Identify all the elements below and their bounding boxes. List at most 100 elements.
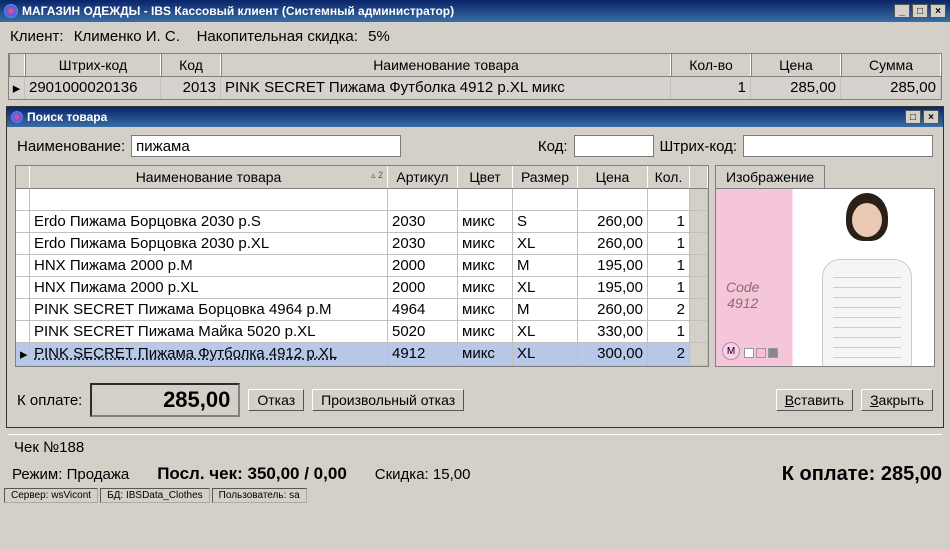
cell-name: Erdo Пижама Борцовка 2030 р.S [30, 211, 388, 232]
filter-code-input[interactable] [574, 135, 654, 157]
cell-name: PINK SECRET Пижама Футболка 4912 р.XL [30, 343, 388, 365]
search-close-button[interactable]: × [923, 110, 939, 124]
scol-color[interactable]: Цвет [458, 166, 513, 188]
row-indicator-icon: ▸ [16, 343, 30, 365]
cell-sum: 285,00 [841, 77, 941, 99]
main-titlebar: МАГАЗИН ОДЕЖДЫ - IBS Кассовый клиент (Си… [0, 0, 950, 22]
row-indicator-icon [16, 299, 30, 320]
scol-size[interactable]: Размер [513, 166, 578, 188]
cell-name: Erdo Пижама Борцовка 2030 р.XL [30, 233, 388, 254]
cell-color: микс [458, 255, 513, 276]
cell-size: XL [513, 277, 578, 298]
cell-price: 260,00 [578, 233, 648, 254]
cell-size: M [513, 299, 578, 320]
row-indicator-icon: ▸ [9, 77, 25, 99]
search-row[interactable]: PINK SECRET Пижама Борцовка 4964 р.M4964… [16, 299, 708, 321]
cell-name: PINK SECRET Пижама Футболка 4912 р.XL ми… [221, 77, 671, 99]
scol-art[interactable]: Артикул [388, 166, 458, 188]
window-title: МАГАЗИН ОДЕЖДЫ - IBS Кассовый клиент (Си… [22, 4, 892, 18]
cell-color: микс [458, 321, 513, 342]
filter-name-label: Наименование: [17, 138, 125, 155]
search-row[interactable]: Erdo Пижама Борцовка 2030 р.S2030миксS26… [16, 211, 708, 233]
col-name[interactable]: Наименование товара [221, 54, 671, 76]
cell-name: PINK SECRET Пижама Майка 5020 р.XL [30, 321, 388, 342]
cell-art: 5020 [388, 321, 458, 342]
search-footer: К оплате: 285,00 Отказ Произвольный отка… [7, 373, 943, 427]
search-results-table: Наименование товара▵ 2 Артикул Цвет Разм… [15, 165, 709, 367]
search-window: Поиск товара □ × Наименование: Код: Штри… [6, 106, 944, 428]
cell-code: 2013 [161, 77, 221, 99]
refuse-button[interactable]: Отказ [248, 389, 304, 411]
close-button[interactable]: × [930, 4, 946, 18]
cell-qty: 1 [648, 277, 690, 298]
col-sum[interactable]: Сумма [841, 54, 941, 76]
cart-row[interactable]: ▸ 2901000020136 2013 PINK SECRET Пижама … [9, 77, 941, 99]
row-indicator-icon [16, 255, 30, 276]
product-image: Code4912 M [715, 188, 935, 367]
search-row[interactable]: HNX Пижама 2000 р.XL2000миксXL195,001 [16, 277, 708, 299]
scrollbar[interactable] [690, 166, 708, 188]
search-row[interactable]: PINK SECRET Пижама Майка 5020 р.XL5020ми… [16, 321, 708, 343]
filter-name-input[interactable] [131, 135, 401, 157]
status-db: БД: IBSData_Clothes [100, 488, 210, 503]
col-barcode[interactable]: Штрих-код [25, 54, 161, 76]
row-indicator-icon [16, 211, 30, 232]
filter-barcode-input[interactable] [743, 135, 933, 157]
sort-indicator-icon: ▵ 2 [371, 170, 383, 181]
search-maximize-button[interactable]: □ [905, 110, 921, 124]
filter-code-label: Код: [538, 138, 568, 155]
client-label: Клиент: [10, 28, 64, 45]
cell-price: 330,00 [578, 321, 648, 342]
cell-art: 4964 [388, 299, 458, 320]
cell-price: 285,00 [751, 77, 841, 99]
cell-art: 2000 [388, 255, 458, 276]
search-filters: Наименование: Код: Штрих-код: [7, 127, 943, 165]
cell-art: 2030 [388, 233, 458, 254]
close-search-button[interactable]: Закрыть [861, 389, 933, 411]
cell-name: HNX Пижама 2000 р.M [30, 255, 388, 276]
cell-qty: 2 [648, 299, 690, 320]
col-qty[interactable]: Кол-во [671, 54, 751, 76]
scol-qty[interactable]: Кол. [648, 166, 690, 188]
insert-button[interactable]: Вставить [776, 389, 853, 411]
search-window-icon [11, 111, 23, 123]
status-bar-2: Сервер: wsVicont БД: IBSData_Clothes Пол… [0, 488, 950, 503]
cell-size: XL [513, 321, 578, 342]
image-panel: Изображение Code4912 M [715, 165, 935, 367]
cell-color: микс [458, 211, 513, 232]
cell-art: 2030 [388, 211, 458, 232]
col-price[interactable]: Цена [751, 54, 841, 76]
image-code-label: Code4912 [726, 279, 759, 311]
cell-color: микс [458, 343, 513, 365]
search-window-title: Поиск товара [27, 110, 903, 124]
image-tab[interactable]: Изображение [715, 165, 825, 188]
search-row[interactable]: Erdo Пижама Борцовка 2030 р.XL2030миксXL… [16, 233, 708, 255]
status-user: Пользователь: sa [212, 488, 307, 503]
arbitrary-refuse-button[interactable]: Произвольный отказ [312, 389, 464, 411]
cell-size: XL [513, 343, 578, 365]
cell-name: HNX Пижама 2000 р.XL [30, 277, 388, 298]
cell-price: 300,00 [578, 343, 648, 365]
cart-grid: Штрих-код Код Наименование товара Кол-во… [8, 53, 942, 100]
to-pay-value: 285,00 [90, 383, 240, 417]
search-titlebar: Поиск товара □ × [7, 107, 943, 127]
minimize-button[interactable]: _ [894, 4, 910, 18]
col-indicator[interactable] [9, 54, 25, 76]
search-row[interactable]: HNX Пижама 2000 р.M2000миксM195,001 [16, 255, 708, 277]
cell-price: 195,00 [578, 255, 648, 276]
scol-indicator[interactable] [16, 166, 30, 188]
client-name: Клименко И. С. [74, 28, 180, 45]
maximize-button[interactable]: □ [912, 4, 928, 18]
to-pay-label: К оплате: [17, 392, 82, 409]
search-row[interactable]: ▸PINK SECRET Пижама Футболка 4912 р.XL49… [16, 343, 708, 366]
scol-name[interactable]: Наименование товара▵ 2 [30, 166, 388, 188]
col-code[interactable]: Код [161, 54, 221, 76]
cell-price: 260,00 [578, 211, 648, 232]
cell-name: PINK SECRET Пижама Борцовка 4964 р.M [30, 299, 388, 320]
cell-barcode: 2901000020136 [25, 77, 161, 99]
status-bar-1: Режим: Продажа Посл. чек: 350,00 / 0,00 … [0, 460, 950, 488]
discount-value: 5% [368, 28, 390, 45]
filter-barcode-label: Штрих-код: [660, 138, 738, 155]
cell-price: 260,00 [578, 299, 648, 320]
scol-price[interactable]: Цена [578, 166, 648, 188]
